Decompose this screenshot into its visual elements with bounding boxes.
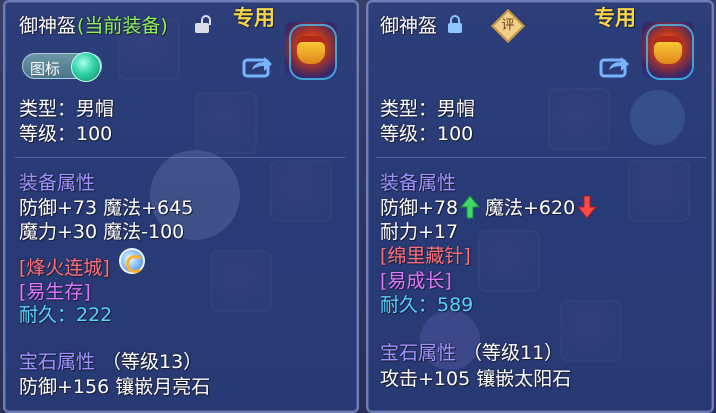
gem-header: 宝石属性 — [380, 342, 457, 364]
attribute-line: 魔法+620 — [485, 197, 576, 219]
icon-toggle[interactable]: 图标 — [22, 52, 102, 82]
item-name: 御神盔 — [19, 15, 77, 37]
item-level: 等级：100 — [380, 123, 474, 145]
equipped-status: (当前装备) — [77, 15, 168, 37]
arrow-up-icon — [460, 195, 480, 219]
item-type: 类型：男帽 — [19, 98, 115, 120]
icon-toggle-label: 图标 — [30, 60, 61, 78]
attribute-line: 魔力+30 魔法-100 — [19, 221, 185, 243]
divider — [376, 157, 706, 158]
durability: 耐久：589 — [380, 294, 474, 316]
gem-attribute: 攻击+105 镶嵌太阳石 — [380, 368, 572, 390]
special-effect: [易生存] — [19, 281, 91, 303]
gem-level: （等级11） — [463, 342, 564, 364]
share-icon[interactable] — [599, 54, 631, 78]
lock-icon[interactable] — [448, 15, 462, 33]
gem-header: 宝石属性 — [19, 351, 96, 373]
gem-attribute: 防御+156 镶嵌月亮石 — [19, 376, 211, 398]
attribute-line: 防御+73 魔法+645 — [19, 197, 194, 219]
helmet-item-icon — [285, 22, 337, 80]
exclusive-tag: 专用 — [233, 6, 275, 30]
special-skill: [绵里藏针] — [380, 245, 471, 267]
equipped-item-panel: 御神盔 (当前装备) 专用 图标 类型：男帽 等级：100 装备属性 防御+73… — [3, 0, 359, 413]
compare-item-panel: 御神盔 评 专用 类型：男帽 等级：100 装备属性 防御+78 魔法+620 … — [366, 0, 714, 413]
item-name: 御神盔 — [380, 15, 438, 37]
arrow-down-icon — [577, 195, 597, 219]
attribute-line: 防御+78 — [380, 197, 459, 219]
exclusive-tag: 专用 — [594, 6, 636, 30]
rate-badge[interactable]: 评 — [491, 9, 525, 43]
unlock-icon[interactable] — [195, 15, 211, 33]
toggle-knob — [71, 52, 101, 82]
item-level: 等级：100 — [19, 123, 113, 145]
attribute-line: 耐力+17 — [380, 221, 459, 243]
rate-badge-label: 评 — [501, 18, 515, 33]
attribute-header: 装备属性 — [19, 172, 96, 194]
refresh-icon[interactable] — [119, 248, 145, 274]
special-skill: [烽火连城] — [19, 257, 110, 279]
durability: 耐久：222 — [19, 304, 113, 326]
helmet-item-icon — [642, 22, 694, 80]
item-type: 类型：男帽 — [380, 98, 476, 120]
share-icon[interactable] — [242, 54, 274, 78]
divider — [15, 157, 345, 158]
gem-level: （等级13） — [102, 351, 203, 373]
special-effect: [易成长] — [380, 270, 452, 292]
attribute-header: 装备属性 — [380, 172, 457, 194]
